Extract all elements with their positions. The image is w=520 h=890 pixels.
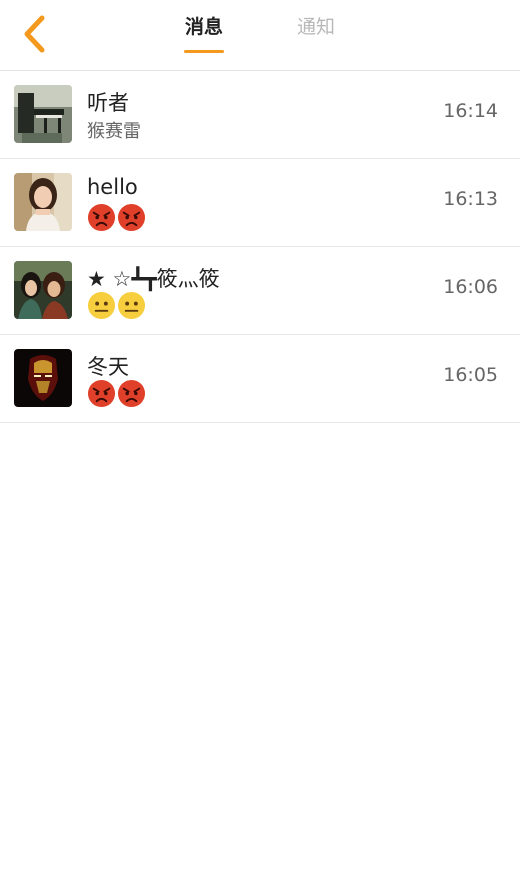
conversation-item[interactable]: 听者 猴赛雷 16:14 [0, 71, 520, 159]
top-navigation-bar: 消息 通知 [0, 0, 520, 71]
angry-face-emoji-icon [87, 379, 116, 408]
iron-man-helmet-icon [14, 349, 72, 407]
angry-face-emoji-icon [117, 203, 146, 232]
conversation-item[interactable]: ★ ☆┻┳筱灬筱 16:06 [0, 247, 520, 335]
active-tab-indicator [184, 50, 224, 53]
avatar[interactable] [14, 173, 72, 231]
conversation-item[interactable]: hello 16:13 [0, 159, 520, 247]
message-time: 16:06 [443, 276, 498, 298]
tab-notifications[interactable]: 通知 [284, 12, 348, 56]
angry-face-emoji-icon [117, 379, 146, 408]
tab-messages[interactable]: 消息 [172, 12, 236, 56]
woman-portrait-icon [14, 173, 72, 231]
avatar[interactable] [14, 85, 72, 143]
piano-photo-icon [14, 85, 72, 143]
game-characters-icon [14, 261, 72, 319]
tab-notifications-label: 通知 [296, 16, 335, 38]
neutral-face-emoji-icon [117, 291, 146, 320]
avatar[interactable] [14, 349, 72, 407]
message-preview: 猴赛雷 [87, 121, 141, 142]
contact-name: hello [87, 175, 138, 199]
tab-messages-label: 消息 [184, 16, 223, 38]
message-time: 16:14 [443, 100, 498, 122]
contact-name: ★ ☆┻┳筱灬筱 [87, 267, 220, 291]
message-time: 16:05 [443, 364, 498, 386]
conversation-list: 听者 猴赛雷 16:14 hello 16:13 ★ ☆┻┳筱灬筱 16:06 … [0, 71, 520, 423]
chevron-left-icon [24, 15, 45, 53]
neutral-face-emoji-icon [87, 291, 116, 320]
contact-name: 冬天 [87, 355, 129, 379]
contact-name: 听者 [87, 91, 129, 115]
avatar[interactable] [14, 261, 72, 319]
angry-face-emoji-icon [87, 203, 116, 232]
message-preview [87, 291, 146, 320]
conversation-item[interactable]: 冬天 16:05 [0, 335, 520, 423]
message-time: 16:13 [443, 188, 498, 210]
message-preview [87, 379, 146, 408]
back-button[interactable] [14, 12, 54, 56]
message-preview [87, 203, 146, 232]
